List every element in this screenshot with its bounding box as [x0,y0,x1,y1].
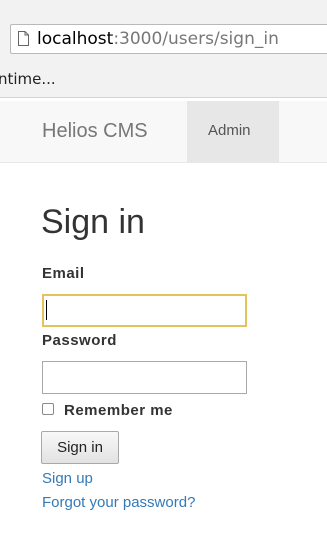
nav-item-admin[interactable]: Admin [187,101,279,162]
browser-toolbar: localhost:3000/users/sign_in [0,0,327,64]
nav-item-admin-label: Admin [208,122,251,139]
address-bar[interactable]: localhost:3000/users/sign_in [10,24,327,54]
email-field[interactable] [42,294,247,327]
url-text: localhost:3000/users/sign_in [37,29,279,49]
text-caret [46,300,47,320]
remember-me-label[interactable]: Remember me [64,402,173,419]
brand-link[interactable]: Helios CMS [42,120,148,143]
sign-in-button[interactable]: Sign in [41,431,119,464]
page-icon [18,31,29,46]
url-path: :3000/users/sign_in [113,29,279,49]
password-field[interactable] [42,361,247,394]
password-label: Password [42,332,117,349]
email-label: Email [42,265,85,282]
sign-up-link[interactable]: Sign up [42,470,93,487]
remember-me-checkbox[interactable] [42,403,54,415]
page-title: Sign in [41,203,145,241]
forgot-password-link[interactable]: Forgot your password? [42,494,195,511]
bookmark-item[interactable]: ntime... [0,70,56,88]
bookmarks-bar: ntime... [0,64,327,98]
app-navbar: Helios CMS Admin [0,101,327,163]
url-host: localhost [37,29,114,49]
